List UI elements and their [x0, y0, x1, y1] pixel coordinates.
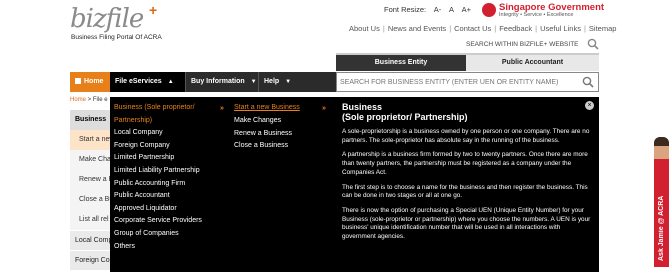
menu-item-foreign-company[interactable]: Foreign Company: [114, 140, 222, 153]
menu-item-local-company[interactable]: Local Company: [114, 127, 222, 140]
main-navbar: Home File eServices ▲ Buy Information ▼ He…: [70, 72, 336, 92]
font-resize-label: Font Resize:: [384, 5, 427, 14]
menu-item-public-accountant[interactable]: Public Accountant: [114, 190, 222, 203]
menu-item-business-line2[interactable]: Partnership): [114, 115, 222, 128]
sidebar-item-make-changes[interactable]: Make Chan: [70, 150, 110, 170]
menu-item-make-changes[interactable]: Make Changes: [234, 115, 330, 128]
nav-file-eservices[interactable]: File eServices ▲: [110, 72, 185, 92]
link-sitemap[interactable]: Sitemap: [589, 24, 617, 33]
breadcrumb-sep: >: [86, 97, 93, 103]
close-icon[interactable]: ×: [585, 101, 594, 110]
breadcrumb: Home > File e: [70, 97, 108, 103]
business-action-list: Start a new Business Make Changes Renew …: [234, 102, 330, 153]
chevron-up-icon: ▲: [167, 79, 174, 85]
menu-item-business[interactable]: Business (Sole proprietor/: [114, 102, 222, 115]
top-links: About Us | News and Events | Contact Us | Feed…: [349, 24, 617, 33]
info-paragraph: A sole-proprietorship is a business owne…: [342, 128, 590, 144]
sidebar-item-local-company[interactable]: Local Compa: [70, 230, 110, 250]
font-smaller-button[interactable]: A-: [434, 5, 442, 14]
search-submit-icon[interactable]: [582, 76, 594, 88]
search-icon[interactable]: [587, 38, 599, 50]
info-title-line2: (Sole proprietor/ Partnership): [342, 112, 468, 122]
chevron-down-icon: ▼: [285, 79, 292, 85]
eservices-dropdown-menu: Business (Sole proprietor/ Partnership) …: [110, 97, 336, 272]
gov-subtitle: Integrity • Service • Excellence: [499, 12, 574, 18]
chevron-right-icon: »: [322, 105, 326, 112]
info-paragraph: A partnership is a business firm formed …: [342, 151, 588, 176]
info-title-line1: Business: [342, 102, 383, 112]
tab-public-accountant[interactable]: Public Accountant: [466, 55, 599, 71]
nav-help[interactable]: Help ▼: [258, 72, 336, 92]
ask-jamie-label: Ask Jamie @ ACRA: [658, 195, 665, 261]
sidebar-item-renew[interactable]: Renew a B: [70, 170, 110, 190]
link-news-events[interactable]: News and Events: [388, 24, 446, 33]
menu-item-others[interactable]: Others: [114, 241, 222, 254]
chevron-down-icon: ▼: [250, 79, 257, 85]
chevron-right-icon: »: [220, 105, 224, 112]
entity-search-box: [336, 72, 599, 92]
breadcrumb-current: File e: [92, 97, 108, 103]
link-contact-us[interactable]: Contact Us: [454, 24, 491, 33]
singapore-government-logo[interactable]: Singapore Government Integrity • Service…: [482, 1, 604, 21]
jamie-hair: [654, 137, 669, 146]
menu-item-public-accounting-firm[interactable]: Public Accounting Firm: [114, 178, 222, 191]
menu-item-close-business[interactable]: Close a Business: [234, 140, 330, 153]
bizfile-logo[interactable]: bizfile +: [70, 2, 160, 34]
sidebar-item-close[interactable]: Close a Bu: [70, 190, 110, 210]
menu-item-limited-partnership[interactable]: Limited Partnership: [114, 152, 222, 165]
sidebar-item-list-all[interactable]: List all rel: [70, 210, 110, 230]
business-info-panel: × Business (Sole proprietor/ Partnership…: [336, 97, 599, 272]
link-feedback[interactable]: Feedback: [499, 24, 532, 33]
nav-eservices-label: File eServices: [115, 78, 162, 85]
font-larger-button[interactable]: A+: [462, 5, 471, 14]
menu-item-group-of-companies[interactable]: Group of Companies: [114, 228, 222, 241]
search-within-label: SEARCH WITHIN BIZFILE+ WEBSITE: [466, 41, 579, 48]
entity-search-input[interactable]: [340, 75, 578, 89]
sidebar-head-business[interactable]: Business: [70, 110, 110, 130]
ask-jamie-widget[interactable]: Ask Jamie @ ACRA: [654, 137, 669, 272]
menu-item-approved-liquidator[interactable]: Approved Liquidator: [114, 203, 222, 216]
tagline: Business Filing Portal Of ACRA: [71, 34, 162, 41]
link-about-us[interactable]: About Us: [349, 24, 380, 33]
nav-home[interactable]: Home: [70, 72, 110, 92]
nav-buy-information[interactable]: Buy Information ▼: [185, 72, 258, 92]
nav-home-label: Home: [84, 78, 104, 85]
info-paragraph: There is now the option of purchasing a …: [342, 206, 591, 241]
info-paragraph: The first step is to choose a name for t…: [342, 183, 588, 200]
nav-help-label: Help: [264, 78, 280, 85]
menu-item-llp[interactable]: Limited Liability Partnership: [114, 165, 222, 178]
menu-item-start-new-business[interactable]: Start a new Business: [234, 102, 330, 115]
sidebar-item-foreign-company[interactable]: Foreign Com: [70, 250, 110, 270]
sidebar-item-start[interactable]: Start a new: [70, 130, 110, 150]
home-icon: [75, 78, 81, 85]
logo-plus: +: [149, 2, 158, 18]
logo-text: bizfile: [70, 4, 144, 34]
menu-item-csp[interactable]: Corporate Service Providers: [114, 215, 222, 228]
entity-type-list: Business (Sole proprietor/ Partnership) …: [114, 102, 222, 253]
sidebar: Business Start a new Make Chan Renew a B…: [70, 110, 110, 270]
font-normal-button[interactable]: A: [449, 5, 454, 14]
nav-info-label: Buy Information: [191, 78, 245, 85]
tab-business-entity[interactable]: Business Entity: [336, 55, 466, 71]
lion-head-icon: [482, 3, 496, 17]
font-resize: Font Resize: A- A A+: [384, 5, 477, 14]
menu-item-renew-business[interactable]: Renew a Business: [234, 128, 330, 141]
link-useful-links[interactable]: Useful Links: [540, 24, 581, 33]
breadcrumb-home[interactable]: Home: [70, 97, 86, 103]
